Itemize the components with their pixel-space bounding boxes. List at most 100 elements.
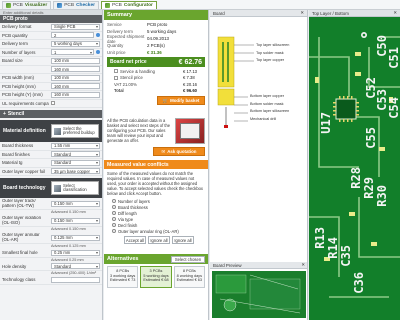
select-buildup-label: Select the preferred buildup [63, 125, 95, 135]
info-icon[interactable] [96, 50, 100, 55]
pcb-checker-icon [57, 2, 63, 8]
delivery-format-select[interactable]: Single PCB [51, 23, 100, 30]
pcb-height-y-input[interactable]: 160 mm [51, 91, 100, 98]
summary-key: Unit price [107, 50, 126, 55]
component-label[interactable]: C36 [352, 272, 366, 294]
select-chosen-button[interactable]: Select chosen [171, 255, 205, 263]
tab-checker[interactable]: PCB Checker [53, 0, 99, 9]
layers-select[interactable]: 1 [51, 49, 94, 56]
accept-all-button[interactable]: Accept all [124, 236, 146, 244]
select-classification-button[interactable]: Select classification [51, 181, 99, 195]
hole-density-select[interactable]: Standard [51, 263, 100, 270]
ol-ar-select[interactable]: 0.125 mm [51, 234, 100, 241]
field-pcb-height: PCB height (mm) 160 mm [0, 83, 102, 91]
section-pcb-proto[interactable]: PCB proto [0, 15, 102, 23]
summary-value: 2 PCB(s) [147, 43, 165, 48]
field-label: Smallest final hole [2, 250, 38, 256]
board-size-y-input[interactable]: 160 mm [51, 66, 100, 73]
pcb-visualizer-icon [6, 2, 11, 8]
price-row: VAT 21.00% € 20.16 [104, 81, 208, 88]
alternatives: 8 PCBs 3 working days Estimated € 73 3 PCB… [104, 264, 208, 290]
field-label: PCB height (Y) (mm) [2, 92, 43, 98]
field-smallest-hole: Smallest final hole 0.25 mm [0, 249, 102, 258]
thickness-select[interactable]: 1.55 mm [51, 142, 100, 149]
material-definition: Material definition Select the preferred… [0, 120, 102, 142]
alt-price: Estimated € 73 [110, 278, 136, 283]
finish-select[interactable]: Standard [51, 151, 100, 158]
legend-bottom: Bottom layer copper Bottom solder mask B… [250, 93, 289, 123]
price-value: € 7.38 [183, 75, 195, 81]
field-delivery-format: Delivery format Single PCB [0, 23, 102, 32]
component-label[interactable]: C51 [387, 47, 400, 69]
layers-icon [54, 127, 61, 135]
close-icon[interactable]: ✕ [393, 10, 397, 16]
material-title: Material definition [3, 128, 46, 134]
ignore-all-button-2[interactable]: Ignore all [172, 236, 194, 244]
pcb-height-input[interactable]: 160 mm [51, 83, 100, 90]
chat-icon: ✉ [161, 148, 166, 154]
field-label: Technology class [2, 277, 36, 283]
ul-checkbox[interactable] [51, 101, 55, 106]
copper-foil-select[interactable]: 35 µm base copper [51, 168, 100, 175]
summary-row: Unit price € 31.36 [104, 49, 208, 56]
conflict-option-label: Decl finish [118, 222, 138, 228]
alternative-option[interactable]: 8 PCBs 3 working days Estimated € 73 [107, 266, 139, 288]
pcb-quantity-input[interactable]: 2 [51, 32, 94, 39]
component-label[interactable]: C35 [339, 245, 353, 267]
tab-visualizer-label: Visualizer [24, 2, 48, 8]
alternative-option[interactable]: 3 PCBs 5 working days Estimated € 68 [140, 266, 172, 288]
component-label[interactable]: R14 [326, 237, 340, 259]
checkbox[interactable] [114, 75, 118, 80]
component-label[interactable]: R29 [362, 177, 376, 199]
conflict-options: Number of layers Board thickness Diff le… [104, 198, 208, 234]
technology-class-value [51, 276, 100, 283]
field-label: UL requirements compatible [2, 100, 49, 106]
ask-quotation-button[interactable]: ✉ Ask quotation [153, 147, 205, 156]
field-copper-foil: Outer layer copper foil 35 µm base copper [0, 168, 102, 176]
alternative-option[interactable]: 8 PCBs 8 working days Estimated € 63 [173, 266, 205, 288]
layout-header: Top Layer / Bottom ✕ [309, 10, 400, 17]
ignore-all-button[interactable]: Ignore all [148, 236, 170, 244]
conflict-option-label: Board thickness [118, 204, 148, 210]
stackup-title: Board [213, 10, 225, 16]
material-tg-select[interactable]: Standard [51, 159, 100, 166]
component-label[interactable]: R13 [313, 227, 327, 249]
close-icon[interactable]: ✕ [301, 262, 305, 268]
summary-rows: Service PCB proto Delivery term 5 working … [104, 20, 208, 56]
tab-visualizer[interactable]: PCB Visualizer [2, 0, 52, 9]
section-stencil[interactable]: + Stencil [0, 110, 102, 118]
section-stencil-label: Stencil [7, 111, 25, 117]
field-label: Board thickness [2, 143, 34, 149]
component-label[interactable]: U17 [319, 112, 333, 134]
select-classification-label: Select classification [63, 182, 87, 192]
delivery-term-select[interactable]: 5 working days [51, 40, 100, 47]
info-icon[interactable] [96, 33, 100, 38]
component-label[interactable]: R28 [349, 167, 363, 189]
summary-value: 5 working days [147, 29, 177, 34]
legend-item: Bottom layer copper [250, 94, 284, 98]
field-pcb-width: PCB width (mm) 100 mm [0, 74, 102, 83]
field-label: Outer layer copper foil [2, 168, 46, 174]
radio [112, 199, 116, 203]
price-key: Total [114, 88, 124, 94]
modify-basket-button[interactable]: 🛒 Modify basket [157, 96, 205, 105]
tab-configurator[interactable]: PCB Configurator [101, 0, 157, 9]
pcb-width-input[interactable]: 100 mm [51, 74, 100, 81]
board-size-x-input[interactable]: 100 mm [51, 57, 100, 64]
component-label[interactable]: C55 [364, 127, 378, 149]
alt-price: Estimated € 68 [143, 278, 169, 283]
price-value: € 17.13 [183, 68, 197, 74]
component-label[interactable]: R30 [375, 185, 389, 207]
field-board-thickness: Board thickness 1.55 mm [0, 142, 102, 151]
select-buildup-button[interactable]: Select the preferred buildup [51, 124, 99, 138]
ol-iso-select[interactable]: 0.150 mm [51, 217, 100, 224]
hole-select[interactable]: 0.25 mm [51, 249, 100, 256]
field-label: Hole density [2, 263, 27, 269]
summary-value: 04.09.2013 [147, 36, 169, 41]
close-icon[interactable]: ✕ [300, 10, 304, 16]
ol-tw-select[interactable]: 0.150 mm [51, 200, 100, 207]
board-thumbnail [212, 271, 306, 318]
board-preview-title: Board Preview [213, 262, 242, 268]
component-label[interactable]: C54 [387, 97, 400, 119]
checkbox[interactable] [114, 69, 118, 74]
